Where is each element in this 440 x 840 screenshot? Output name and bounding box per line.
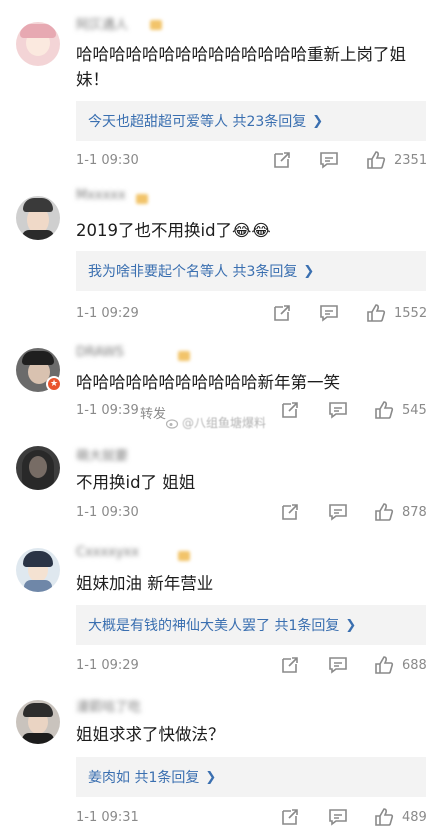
replies-label: 大概是有钱的神仙大美人罢了 共1条回复 (88, 618, 340, 634)
chevron-right-icon: ❯ (345, 617, 357, 633)
comment-text: 姐妹加油 新年营业 (76, 574, 214, 593)
comment-text: 2019了也不用换id了😂😂 (76, 221, 271, 240)
timestamp: 1-1 09:29 (76, 658, 139, 673)
comment-text: 哈哈哈哈哈哈哈哈哈哈哈哈哈哈重新上岗了姐妹！ (76, 45, 406, 89)
comment-text: 不用换id了 姐姐 (76, 473, 196, 492)
like-count: 545 (402, 403, 427, 418)
replies-label: 我为啥非要起个名等人 共3条回复 (88, 264, 298, 280)
share-icon[interactable] (280, 502, 300, 522)
like-icon[interactable] (374, 807, 394, 827)
level-badge (178, 551, 190, 561)
avatar[interactable] (16, 22, 60, 66)
like-icon[interactable] (374, 400, 394, 420)
chevron-right-icon: ❯ (205, 769, 217, 785)
level-badge (178, 351, 190, 361)
comment-meta: 1-1 09:30 878 (76, 502, 427, 524)
chevron-right-icon: ❯ (312, 113, 324, 129)
weibo-logo-icon (166, 417, 180, 429)
comment-icon[interactable] (328, 655, 348, 675)
username[interactable]: 萌大就要 (76, 445, 128, 464)
timestamp: 1-1 09:30 (76, 153, 139, 168)
avatar[interactable] (16, 548, 60, 592)
replies-button[interactable]: 今天也超甜超可爱等人 共23条回复 ❯ (76, 101, 426, 141)
share-icon[interactable] (272, 303, 292, 323)
level-badge (150, 20, 162, 30)
like-icon[interactable] (366, 303, 386, 323)
share-icon[interactable] (280, 655, 300, 675)
chevron-right-icon: ❯ (303, 263, 315, 279)
share-icon[interactable] (280, 807, 300, 827)
like-count: 489 (402, 810, 427, 825)
comment-meta: 1-1 09:31 489 (76, 807, 427, 829)
comment-meta: 1-1 09:30 2351 (76, 150, 428, 172)
share-icon[interactable] (272, 150, 292, 170)
repost-link[interactable]: 转发 (140, 403, 166, 422)
level-badge (136, 194, 148, 204)
comment-icon[interactable] (328, 400, 348, 420)
timestamp: 1-1 09:29 (76, 306, 139, 321)
timestamp: 1-1 09:39 (76, 403, 139, 418)
username[interactable]: Mxxxxx (76, 188, 126, 206)
replies-button[interactable]: 姜肉如 共1条回复 ❯ (76, 757, 426, 797)
comment-icon[interactable] (328, 807, 348, 827)
username[interactable]: 漫箭咕了吃 (76, 696, 141, 715)
like-count: 2351 (394, 153, 428, 168)
like-count: 688 (402, 658, 427, 673)
like-icon[interactable] (366, 150, 386, 170)
replies-button[interactable]: 我为啥非要起个名等人 共3条回复 ❯ (76, 251, 426, 291)
comment-icon[interactable] (319, 303, 339, 323)
comment-icon[interactable] (319, 150, 339, 170)
username[interactable]: DRAWS (76, 345, 124, 363)
comment-text: 哈哈哈哈哈哈哈哈哈哈哈新年第一笑 (76, 373, 340, 392)
avatar[interactable] (16, 700, 60, 744)
like-count: 878 (402, 505, 427, 520)
timestamp: 1-1 09:30 (76, 505, 139, 520)
timestamp: 1-1 09:31 (76, 810, 139, 825)
verified-badge-icon: ★ (46, 376, 62, 392)
replies-button[interactable]: 大概是有钱的神仙大美人罢了 共1条回复 ❯ (76, 605, 426, 645)
comment-meta: 1-1 09:29 1552 (76, 303, 428, 325)
replies-label: 姜肉如 共1条回复 (88, 770, 200, 786)
comment-icon[interactable] (328, 502, 348, 522)
username[interactable]: 阿仄遇人 (76, 14, 128, 33)
like-count: 1552 (394, 306, 428, 321)
comment-meta: 1-1 09:29 688 (76, 655, 427, 677)
avatar[interactable] (16, 446, 60, 490)
comment-text: 姐姐求求了快做法？ (76, 725, 225, 744)
username[interactable]: Cxxxxyxx (76, 545, 139, 563)
replies-label: 今天也超甜超可爱等人 共23条回复 (88, 114, 307, 130)
watermark: @八组鱼塘爆料 (166, 414, 266, 431)
like-icon[interactable] (374, 655, 394, 675)
like-icon[interactable] (374, 502, 394, 522)
share-icon[interactable] (280, 400, 300, 420)
watermark-text: @八组鱼塘爆料 (182, 416, 267, 430)
avatar[interactable] (16, 196, 60, 240)
